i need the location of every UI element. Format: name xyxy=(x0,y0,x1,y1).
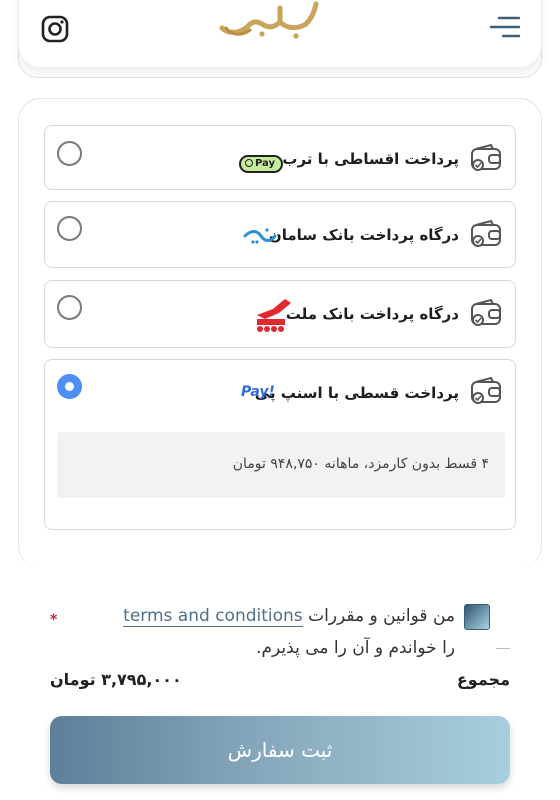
terms-checkbox[interactable] xyxy=(464,604,490,630)
menu-icon[interactable] xyxy=(489,14,521,40)
payment-radio-selected[interactable] xyxy=(57,374,82,399)
payment-radio[interactable] xyxy=(57,216,82,241)
terms-link[interactable]: terms and conditions xyxy=(123,606,303,627)
payment-option-label: پرداخت اقساطی با ترب پی xyxy=(256,150,459,168)
snapp-pay-logo: Pay! xyxy=(241,384,275,400)
calligraphy-logo[interactable] xyxy=(218,0,326,40)
total-value: ۳,۷۹۵,۰۰۰ تومان xyxy=(50,670,182,689)
terms-text: من قوانین و مقررات terms and conditions … xyxy=(105,600,455,664)
total-label: مجموع xyxy=(456,670,510,689)
payment-option-saman[interactable]: درگاه پرداخت بانک سامان xyxy=(44,201,516,268)
payment-option-torob-pay[interactable]: پرداخت اقساطی با ترب پی Pay xyxy=(44,125,516,190)
torob-pay-logo-text: Pay xyxy=(255,158,276,169)
payment-radio[interactable] xyxy=(57,295,82,320)
torob-pay-logo: Pay xyxy=(239,151,284,173)
installment-info-text: ۴ قسط بدون کارمزد، ماهانه ۹۴۸,۷۵۰ تومان xyxy=(232,456,489,472)
wallet-icon xyxy=(471,298,501,326)
divider xyxy=(496,648,510,649)
instagram-icon[interactable] xyxy=(41,15,69,43)
payment-option-mellat[interactable]: درگاه پرداخت بانک ملت xyxy=(44,280,516,348)
payment-option-label: پرداخت قسطی با اسنپ پی xyxy=(254,384,459,402)
payment-option-snapp-pay[interactable]: پرداخت قسطی با اسنپ پی Pay! ۴ قسط بدون ک… xyxy=(44,359,516,530)
required-mark: * xyxy=(50,612,58,628)
mellat-bank-logo xyxy=(257,299,291,332)
wallet-icon xyxy=(471,143,501,171)
site-header xyxy=(18,0,542,68)
terms-prefix: من قوانین و مقررات xyxy=(308,606,455,626)
payment-option-label: درگاه پرداخت بانک سامان xyxy=(268,226,459,244)
installment-info-box: ۴ قسط بدون کارمزد، ماهانه ۹۴۸,۷۵۰ تومان xyxy=(57,432,505,498)
payment-option-label: درگاه پرداخت بانک ملت xyxy=(285,305,459,323)
payment-radio[interactable] xyxy=(57,141,82,166)
saman-bank-logo xyxy=(243,228,277,244)
submit-order-button[interactable]: ثبت سفارش xyxy=(50,716,510,784)
wallet-icon xyxy=(471,219,501,247)
terms-suffix: را خواندم و آن را می پذیرم. xyxy=(256,638,455,658)
wallet-icon xyxy=(471,376,501,404)
